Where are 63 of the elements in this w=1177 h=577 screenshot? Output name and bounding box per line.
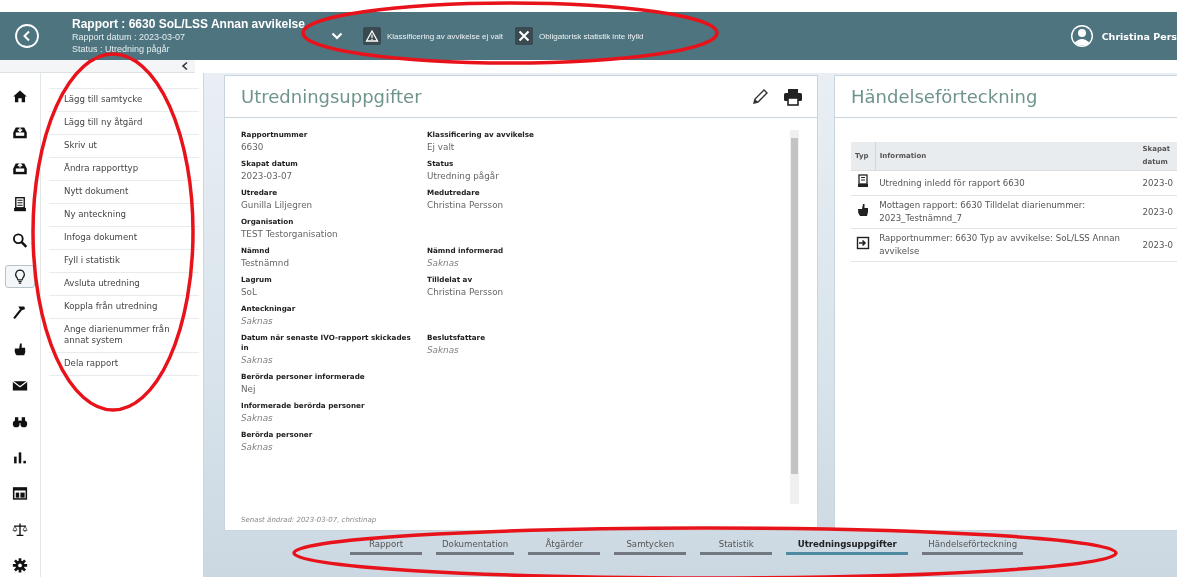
- field-value: Saknas: [241, 315, 274, 328]
- collapse-icon[interactable]: [181, 61, 189, 71]
- menu-item[interactable]: Infoga dokument: [49, 226, 199, 249]
- menu-item[interactable]: Skriv ut: [49, 134, 199, 157]
- table-cell: Mottagen rapport: 6630 Tilldelat diarienummer: 2023_Testnämnd_7: [875, 195, 1139, 229]
- field-value: Nej: [241, 383, 257, 396]
- menu-item[interactable]: Fyll i statistik: [49, 249, 199, 272]
- tab[interactable]: Dokumentation: [436, 539, 515, 555]
- field-value: 6630: [241, 141, 265, 154]
- menu-item[interactable]: Lägg till ny åtgärd: [49, 111, 199, 134]
- user-name[interactable]: Christina Pers: [1101, 30, 1177, 42]
- enter-icon: [856, 236, 871, 250]
- field-value: SoL: [241, 286, 258, 299]
- field-value: TEST Testorganisation: [241, 228, 339, 241]
- field-value: Testnämnd: [241, 257, 291, 270]
- field-value: Saknas: [427, 257, 460, 270]
- field-value: Ej valt: [427, 141, 456, 154]
- tab[interactable]: Händelseförteckning: [922, 539, 1024, 555]
- menu-item[interactable]: Lägg till samtycke: [49, 88, 199, 111]
- field-value: 2023-03-07: [241, 170, 294, 183]
- menu-item[interactable]: Nytt dokument: [49, 180, 199, 203]
- user-avatar-icon[interactable]: [1069, 24, 1094, 48]
- table-cell: Utredning inledd för rapport 6630: [875, 170, 1139, 196]
- hand-icon: [856, 203, 871, 217]
- menu-item[interactable]: Avsluta utredning: [49, 272, 199, 295]
- tab[interactable]: Utredningsuppgifter: [786, 539, 909, 555]
- field-value: Christina Persson: [427, 199, 505, 212]
- chevron-down-icon[interactable]: [330, 32, 343, 40]
- card-title: Händelseförteckning: [851, 86, 1038, 107]
- menu-item[interactable]: Ny anteckning: [49, 203, 199, 226]
- document-icon: [856, 174, 871, 188]
- report-subtitle: Status : Utredning pågår: [72, 43, 171, 55]
- field-value: Saknas: [241, 354, 274, 367]
- field-value: Saknas: [241, 441, 274, 454]
- lightbulb-icon[interactable]: [5, 265, 35, 289]
- error-icon: [515, 27, 533, 45]
- warning-icon: [362, 27, 381, 45]
- tab[interactable]: Åtgärder: [528, 539, 601, 555]
- field-value: Utredning pågår: [427, 170, 500, 183]
- back-icon[interactable]: [14, 23, 40, 49]
- pencil-icon[interactable]: [751, 87, 769, 106]
- tab[interactable]: Rapport: [350, 539, 422, 555]
- card-title: Utredningsuppgifter: [241, 86, 422, 107]
- table-cell: 2023-0: [1138, 228, 1177, 262]
- scrollbar[interactable]: [790, 130, 799, 504]
- alert-message: Klassificering av avvikelse ej valt: [386, 31, 503, 41]
- menu-item[interactable]: Ange diarienummer från annat system: [49, 318, 199, 352]
- field-value: Christina Persson: [427, 286, 505, 299]
- tab[interactable]: Samtycken: [614, 539, 687, 555]
- alert-message: Obligatorisk statistik inte ifylld: [539, 31, 644, 41]
- table-cell: 2023-0: [1138, 170, 1177, 196]
- table-cell: Rapportnummer: 6630 Typ av avvikelse: SoL/LSS Annan avvikelse: [875, 228, 1139, 262]
- field-value: Saknas: [427, 344, 460, 357]
- report-subtitle: Rapport datum : 2023-03-07: [72, 31, 187, 43]
- report-title: Rapport : 6630 SoL/LSS Annan avvikelse: [72, 17, 305, 31]
- field-value: Gunilla Liljegren: [241, 199, 314, 212]
- menu-item[interactable]: Dela rapport: [49, 352, 199, 376]
- print-icon[interactable]: [783, 87, 803, 106]
- field-value: Saknas: [241, 412, 274, 425]
- table-cell: 2023-0: [1138, 195, 1177, 229]
- menu-item[interactable]: Koppla från utredning: [49, 295, 199, 318]
- menu-item[interactable]: Ändra rapporttyp: [49, 157, 199, 180]
- tab[interactable]: Statistik: [700, 539, 773, 555]
